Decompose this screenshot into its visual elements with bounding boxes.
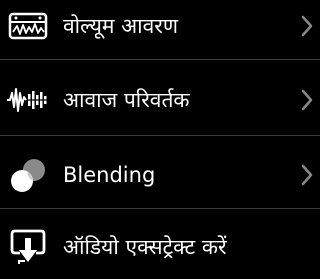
divider — [0, 208, 320, 209]
extract-audio-icon — [6, 225, 50, 269]
menu-item-volume-envelope[interactable]: वोल्यूम आवरण — [0, 0, 320, 58]
chevron-right-icon — [301, 164, 313, 186]
menu-item-voice-changer[interactable]: आवाज परिवर्तक — [0, 68, 320, 132]
menu-list: वोल्यूम आवरण आवाज परिवर्तक Blending ऑडिय… — [0, 0, 320, 276]
blend-circles-icon — [6, 153, 50, 197]
menu-item-label: वोल्यूम आवरण — [63, 14, 179, 38]
menu-item-blending[interactable]: Blending — [0, 143, 320, 207]
divider — [0, 135, 320, 136]
chevron-right-icon — [301, 15, 313, 37]
divider — [0, 59, 320, 60]
menu-item-label: Blending — [63, 163, 156, 187]
menu-item-label: आवाज परिवर्तक — [63, 88, 190, 112]
menu-item-extract-audio[interactable]: ऑडियो एक्सट्रेक्ट करें — [0, 215, 320, 279]
chevron-right-icon — [301, 89, 313, 111]
menu-item-label: ऑडियो एक्सट्रेक्ट करें — [63, 235, 227, 259]
volume-envelope-icon — [6, 4, 50, 48]
waveform-icon — [6, 78, 50, 122]
